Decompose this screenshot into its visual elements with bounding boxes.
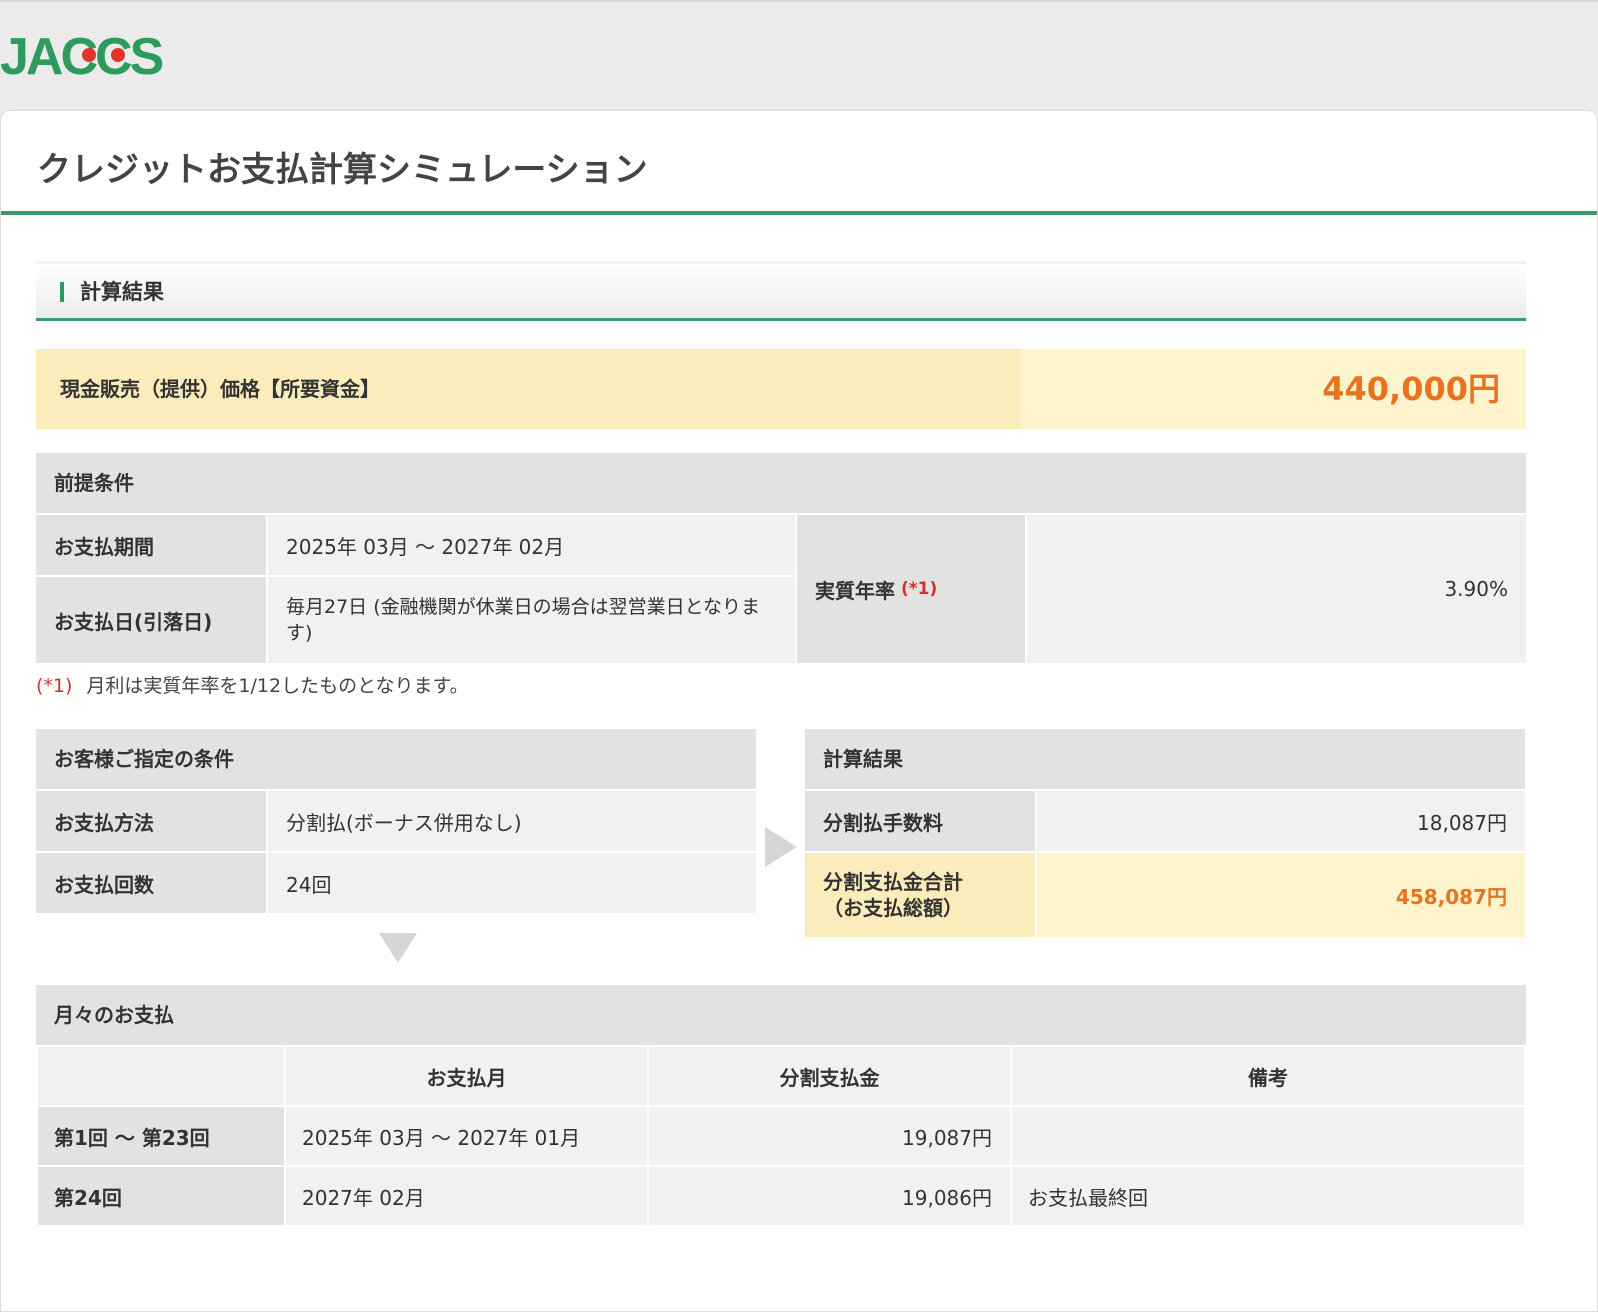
arrow-right-icon bbox=[765, 827, 797, 867]
result-header: 計算結果 bbox=[805, 729, 1525, 789]
premise-header: 前提条件 bbox=[36, 453, 1526, 513]
total-value: 458,087円 bbox=[1035, 853, 1525, 937]
count-value: 24回 bbox=[266, 853, 756, 913]
monthly-header: 月々のお支払 bbox=[36, 985, 1526, 1045]
jaccs-logo[interactable]: JACCS bbox=[0, 28, 170, 80]
customer-header: お客様ご指定の条件 bbox=[36, 729, 756, 789]
section-header: 計算結果 bbox=[36, 261, 1526, 321]
customer-table: お客様ご指定の条件 お支払方法 分割払(ボーナス併用なし) お支払回数 24回 bbox=[36, 729, 756, 913]
row-month: 2025年 03月 〜 2027年 01月 bbox=[284, 1105, 649, 1167]
monthly-table: 月々のお支払 お支払月 分割支払金 備考 第1回 〜 第23回 2025年 03… bbox=[36, 985, 1526, 1227]
method-value: 分割払(ボーナス併用なし) bbox=[266, 791, 756, 851]
row-remarks bbox=[1010, 1105, 1526, 1167]
rate-label: 実質年率 bbox=[815, 578, 895, 603]
row-month: 2027年 02月 bbox=[284, 1165, 649, 1227]
payday-label: お支払日(引落日) bbox=[36, 577, 266, 663]
main-card: クレジットお支払計算シミュレーション 計算結果 現金販売（提供）価格【所要資金】… bbox=[0, 110, 1598, 1312]
fee-value: 18,087円 bbox=[1035, 791, 1525, 851]
row-label: 第24回 bbox=[36, 1165, 286, 1227]
total-label-line2: （お支払総額） bbox=[823, 896, 963, 920]
payday-value: 毎月27日 (金融機関が休業日の場合は翌営業日となります) bbox=[266, 577, 795, 663]
count-label: お支払回数 bbox=[36, 853, 266, 913]
footnote: (*1) 月利は実質年率を1/12したものとなります。 bbox=[36, 671, 469, 698]
rate-value: 3.90% bbox=[1025, 515, 1526, 663]
cash-price-label: 現金販売（提供）価格【所要資金】 bbox=[36, 349, 1020, 429]
method-label: お支払方法 bbox=[36, 791, 266, 851]
arrow-down-icon bbox=[379, 933, 417, 963]
fee-label: 分割払手数料 bbox=[805, 791, 1035, 851]
table-row: 第1回 〜 第23回 2025年 03月 〜 2027年 01月 19,087円 bbox=[36, 1105, 1526, 1167]
footnote-marker: (*1) bbox=[36, 675, 73, 697]
total-label: 分割支払金合計 （お支払総額） bbox=[805, 853, 1035, 937]
col-header-blank bbox=[36, 1045, 286, 1107]
premise-table: 前提条件 お支払期間 2025年 03月 〜 2027年 02月 お支払日(引落… bbox=[36, 453, 1526, 663]
row-amount: 19,086円 bbox=[647, 1165, 1012, 1227]
cash-price-row: 現金販売（提供）価格【所要資金】 440,000円 bbox=[36, 349, 1526, 429]
section-title: 計算結果 bbox=[80, 280, 164, 304]
row-remarks: お支払最終回 bbox=[1010, 1165, 1526, 1227]
footnote-text: 月利は実質年率を1/12したものとなります。 bbox=[86, 675, 469, 697]
col-header-amount: 分割支払金 bbox=[647, 1045, 1012, 1107]
rate-label-cell: 実質年率 (*1) bbox=[795, 515, 1025, 663]
rate-footnote-marker: (*1) bbox=[901, 579, 938, 599]
page-title: クレジットお支払計算シミュレーション bbox=[1, 111, 1597, 215]
col-header-month: お支払月 bbox=[284, 1045, 649, 1107]
period-label: お支払期間 bbox=[36, 515, 266, 575]
col-header-remarks: 備考 bbox=[1010, 1045, 1526, 1107]
total-label-line1: 分割支払金合計 bbox=[823, 870, 963, 894]
table-row: 第24回 2027年 02月 19,086円 お支払最終回 bbox=[36, 1165, 1526, 1227]
top-bar: JACCS bbox=[0, 0, 1598, 112]
section-marker bbox=[60, 282, 64, 302]
cash-price-value: 440,000円 bbox=[1020, 349, 1526, 429]
period-value: 2025年 03月 〜 2027年 02月 bbox=[266, 515, 795, 575]
monthly-grid: お支払月 分割支払金 備考 第1回 〜 第23回 2025年 03月 〜 202… bbox=[36, 1045, 1526, 1227]
result-table: 計算結果 分割払手数料 18,087円 分割支払金合計 （お支払総額） 458,… bbox=[805, 729, 1525, 937]
row-amount: 19,087円 bbox=[647, 1105, 1012, 1167]
svg-text:JACCS: JACCS bbox=[0, 28, 163, 80]
row-label: 第1回 〜 第23回 bbox=[36, 1105, 286, 1167]
